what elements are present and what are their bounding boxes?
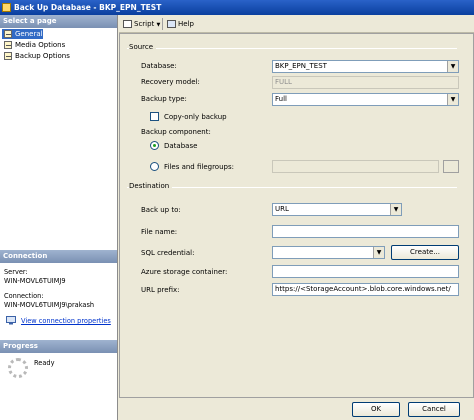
- component-database-radio[interactable]: [150, 141, 159, 150]
- database-backup-icon: [2, 3, 11, 12]
- progress-spinner-icon: [8, 358, 28, 378]
- connection-value: WIN-MOVL6TUIMJ9\prakash: [4, 301, 95, 309]
- server-label: Server:: [4, 268, 28, 276]
- page-item-general[interactable]: General: [2, 29, 43, 39]
- database-select[interactable]: BKP_EPN_TEST ▼: [272, 60, 459, 73]
- copy-only-checkbox[interactable]: [150, 112, 159, 121]
- source-divider: [127, 48, 457, 49]
- cancel-button[interactable]: Cancel: [408, 402, 460, 417]
- script-button[interactable]: Script ▼: [123, 17, 160, 31]
- database-label: Database:: [141, 62, 177, 70]
- backup-type-select[interactable]: Full ▼: [272, 93, 459, 106]
- view-connection-properties-link[interactable]: View connection properties: [21, 317, 111, 325]
- database-value: BKP_EPN_TEST: [275, 62, 327, 70]
- back-up-to-select[interactable]: URL ▼: [272, 203, 402, 216]
- script-label: Script: [134, 20, 155, 28]
- server-value: WIN-MOVL6TUIMJ9: [4, 277, 66, 285]
- component-files-radio[interactable]: [150, 162, 159, 171]
- select-page-heading: Select a page: [0, 15, 117, 28]
- chevron-down-icon: ▼: [447, 94, 458, 105]
- files-filegroups-field: [272, 160, 439, 173]
- page-item-label: Media Options: [15, 41, 66, 49]
- page-icon: [4, 52, 12, 60]
- toolbar-separator: [162, 18, 163, 30]
- back-up-to-value: URL: [275, 205, 289, 213]
- ok-button[interactable]: OK: [352, 402, 400, 417]
- back-up-to-label: Back up to:: [141, 206, 181, 214]
- backup-component-label: Backup component:: [141, 128, 211, 136]
- help-label: Help: [178, 20, 194, 28]
- url-prefix-label: URL prefix:: [141, 286, 180, 294]
- azure-container-input[interactable]: [272, 265, 459, 278]
- destination-heading: Destination: [129, 182, 173, 190]
- files-browse-button: [443, 160, 459, 173]
- copy-only-label: Copy-only backup: [164, 113, 227, 121]
- sql-credential-select[interactable]: ▼: [272, 246, 385, 259]
- connection-label: Connection:: [4, 292, 44, 300]
- backup-type-label: Backup type:: [141, 95, 187, 103]
- help-icon: [167, 20, 176, 28]
- chevron-down-icon: ▼: [156, 22, 161, 28]
- file-name-label: File name:: [141, 228, 178, 236]
- progress-heading: Progress: [0, 340, 117, 353]
- window-title: Back Up Database - BKP_EPN_TEST: [14, 3, 162, 12]
- recovery-model-field: FULL: [272, 76, 459, 89]
- recovery-model-value: FULL: [275, 78, 292, 86]
- page-item-backup-options[interactable]: Backup Options: [2, 51, 70, 61]
- page-item-media-options[interactable]: Media Options: [2, 40, 65, 50]
- script-icon: [123, 20, 132, 28]
- page-item-label: General: [15, 30, 43, 38]
- page-icon: [4, 30, 12, 38]
- page-icon: [4, 41, 12, 49]
- component-files-label: Files and filegroups:: [164, 163, 234, 171]
- chevron-down-icon: ▼: [390, 204, 401, 215]
- toolbar: Script ▼ Help: [119, 15, 474, 33]
- connection-heading: Connection: [0, 250, 117, 263]
- general-page: Source Database: BKP_EPN_TEST ▼ Recovery…: [119, 33, 474, 398]
- chevron-down-icon: ▼: [373, 247, 384, 258]
- create-credential-button[interactable]: Create...: [391, 245, 459, 260]
- source-heading: Source: [129, 43, 157, 51]
- azure-container-label: Azure storage container:: [141, 268, 228, 276]
- url-prefix-input[interactable]: https://<StorageAccount>.blob.core.windo…: [272, 283, 459, 296]
- backup-type-value: Full: [275, 95, 287, 103]
- left-panel: Select a page General Media Options Back…: [0, 15, 118, 420]
- chevron-down-icon: ▼: [447, 61, 458, 72]
- sql-credential-label: SQL credential:: [141, 249, 195, 257]
- recovery-model-label: Recovery model:: [141, 78, 200, 86]
- destination-divider: [127, 187, 457, 188]
- page-item-label: Backup Options: [15, 52, 70, 60]
- window-title-bar[interactable]: Back Up Database - BKP_EPN_TEST: [0, 0, 474, 15]
- connection-properties-icon: [6, 316, 16, 325]
- file-name-input[interactable]: [272, 225, 459, 238]
- component-database-label: Database: [164, 142, 198, 150]
- progress-status: Ready: [34, 359, 55, 367]
- help-button[interactable]: Help: [167, 17, 194, 31]
